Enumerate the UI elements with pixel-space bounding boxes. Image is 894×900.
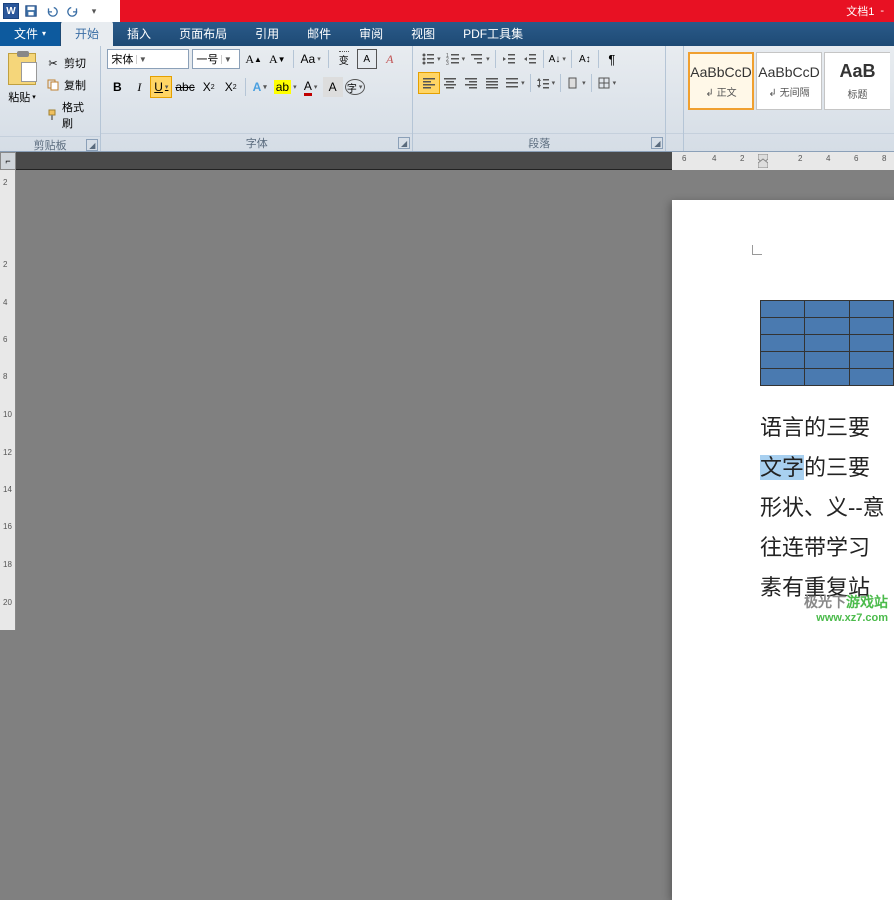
superscript-button[interactable]: X2 [221,77,241,97]
clipboard-dialog-launcher[interactable]: ◢ [86,139,98,151]
paste-icon [8,53,36,85]
table-row [761,369,894,386]
shading-button[interactable] [564,73,588,93]
decrease-indent-button[interactable] [499,49,519,69]
grow-font-button[interactable]: A▲ [243,49,264,69]
align-right-button[interactable] [461,73,481,93]
strikethrough-button[interactable]: abc [173,77,196,97]
style-normal[interactable]: AaBbCcD ↲ 正文 [688,52,754,110]
tab-references[interactable]: 引用 [241,21,293,46]
group-spacer [666,46,684,151]
group-font: 宋体▼ 一号▼ A▲ A▼ Aa 变 A A B I U abc X2 X2 A [101,46,413,151]
document-line[interactable]: 往连带学习 [760,528,870,568]
document-line[interactable]: 文字的三要 [760,448,870,488]
group-label-paragraph: 段落 [528,135,550,151]
group-label-font: 字体 [246,135,268,151]
change-case-button[interactable]: Aa [299,49,323,69]
document-line[interactable]: 语言的三要 [760,408,870,448]
bold-button[interactable]: B [107,77,127,97]
paragraph-dialog-launcher[interactable]: ◢ [651,137,663,149]
tab-review[interactable]: 审阅 [345,21,397,46]
group-styles: AaBbCcD ↲ 正文 AaBbCcD ↲ 无间隔 AaB 标题 [684,46,894,151]
document-line[interactable]: 素有重复站 [760,568,870,608]
style-no-spacing[interactable]: AaBbCcD ↲ 无间隔 [756,52,822,110]
group-clipboard: 粘贴▾ ✂ 剪切 复制 格式刷 剪贴板 ◢ [0,46,101,151]
group-paragraph: 123 A↓ A↕ ¶ [413,46,666,151]
qat-customize-button[interactable]: ▾ [85,2,103,20]
document-line[interactable]: 形状、义--意 [760,488,885,528]
sort-button[interactable]: A↕ [575,49,595,69]
text-direction-button[interactable]: A↓ [547,49,568,69]
table-row [761,318,894,335]
font-color-button[interactable]: A [301,77,321,97]
paste-button[interactable]: 粘贴▾ [8,89,36,105]
format-painter-button[interactable]: 格式刷 [42,97,94,133]
align-justify-button[interactable] [482,73,502,93]
table-row [761,352,894,369]
tab-view[interactable]: 视图 [397,21,449,46]
document-title-suffix: - [880,5,884,17]
title-bar: W ▾ 文档1 - [0,0,894,22]
tab-pdf-tools[interactable]: PDF工具集 [449,21,537,46]
horizontal-ruler[interactable]: ⌐ 6 4 2 2 4 6 8 [0,152,894,170]
group-label-clipboard: 剪贴板 [34,137,67,153]
enclose-char-button[interactable]: 字 [345,79,365,95]
ribbon-tabs: 文件▾ 开始 插入 页面布局 引用 邮件 审阅 视图 PDF工具集 [0,22,894,46]
underline-button[interactable]: U [151,77,171,97]
document-title: 文档1 [846,3,874,19]
italic-button[interactable]: I [129,77,149,97]
bullets-button[interactable] [419,49,443,69]
margin-corner-mark [752,245,762,255]
line-spacing-button[interactable] [534,73,558,93]
show-marks-button[interactable]: ¶ [602,49,622,69]
numbering-button[interactable]: 123 [444,49,468,69]
copy-icon [46,78,60,92]
borders-button[interactable] [595,73,619,93]
subscript-button[interactable]: X2 [199,77,219,97]
style-heading[interactable]: AaB 标题 [824,52,890,110]
qat-undo-button[interactable] [43,2,61,20]
cut-button[interactable]: ✂ 剪切 [42,53,94,73]
app-icon: W [3,3,19,19]
copy-button[interactable]: 复制 [42,75,94,95]
tab-file[interactable]: 文件▾ [0,21,61,46]
phonetic-guide-button[interactable]: 变 [334,49,354,69]
highlight-color-button[interactable]: ab [272,77,299,97]
align-left-button[interactable] [419,73,439,93]
table-row [761,301,894,318]
text-effects-button[interactable]: A [250,77,270,97]
document-table[interactable] [760,300,894,386]
scissors-icon: ✂ [46,56,60,70]
qat-save-button[interactable] [22,2,40,20]
font-dialog-launcher[interactable]: ◢ [398,137,410,149]
align-center-button[interactable] [440,73,460,93]
qat-redo-button[interactable] [64,2,82,20]
multilevel-list-button[interactable] [468,49,492,69]
indent-marker[interactable] [758,154,768,168]
tab-page-layout[interactable]: 页面布局 [165,21,241,46]
ruler-corner[interactable]: ⌐ [0,152,16,170]
char-border-button[interactable]: A [357,49,377,69]
selected-text: 文字 [760,455,804,480]
svg-text:3: 3 [446,61,449,66]
font-size-combo[interactable]: 一号▼ [192,49,240,69]
table-row [761,335,894,352]
brush-icon [46,108,58,122]
tab-mailings[interactable]: 邮件 [293,21,345,46]
ribbon: 粘贴▾ ✂ 剪切 复制 格式刷 剪贴板 ◢ 宋体▼ [0,46,894,152]
tab-insert[interactable]: 插入 [113,21,165,46]
increase-indent-button[interactable] [520,49,540,69]
align-distributed-button[interactable] [503,73,527,93]
document-area: 2 2 4 6 8 10 12 14 16 18 20 语言的三要 文字的三要 … [0,170,894,630]
clear-format-button[interactable]: A [380,49,400,69]
title-bar-accent: 文档1 - [120,0,894,22]
vertical-ruler[interactable]: 2 2 4 6 8 10 12 14 16 18 20 [0,170,16,630]
shrink-font-button[interactable]: A▼ [267,49,288,69]
char-shading-button[interactable]: A [323,77,343,97]
tab-home[interactable]: 开始 [61,21,113,46]
font-name-combo[interactable]: 宋体▼ [107,49,189,69]
